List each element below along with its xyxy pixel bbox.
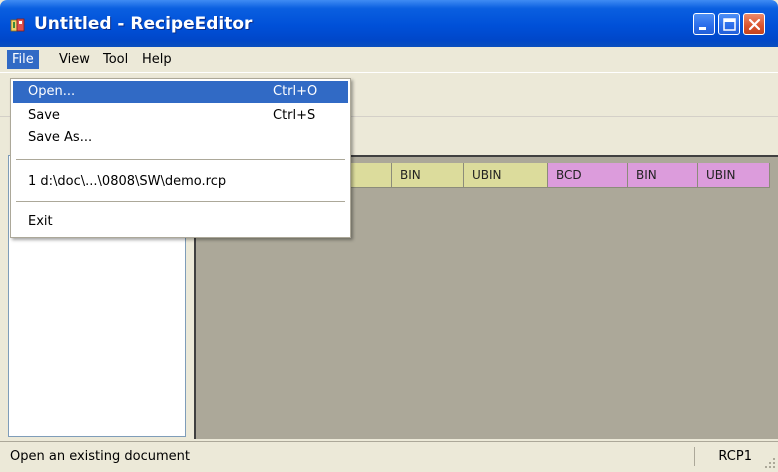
title-bar[interactable]: Untitled - RecipeEditor [0, 0, 778, 47]
grid-column-header[interactable]: BIN [628, 163, 698, 188]
menu-tool[interactable]: Tool [98, 50, 133, 69]
menu-bar: File View Tool Help [0, 47, 778, 72]
menu-item-recent-file[interactable]: 1 d:\doc\...\0808\SW\demo.rcp [13, 171, 348, 193]
menu-item-exit[interactable]: Exit [13, 211, 348, 233]
menu-item-open-shortcut: Ctrl+O [273, 84, 318, 99]
close-button[interactable] [743, 13, 765, 35]
menu-item-save[interactable]: Save Ctrl+S [13, 105, 348, 127]
menu-view[interactable]: View [54, 50, 95, 69]
menu-item-save-as[interactable]: Save As... [13, 127, 348, 149]
maximize-button[interactable] [718, 13, 740, 35]
grid-column-header[interactable]: BCD [548, 163, 628, 188]
grid-column-header[interactable]: BIN [392, 163, 464, 188]
menu-separator [16, 159, 345, 160]
status-bar: Open an existing document RCP1 [0, 441, 778, 471]
grid-column-header[interactable]: UBIN [464, 163, 548, 188]
menu-file[interactable]: File [7, 50, 39, 69]
maximize-icon [723, 18, 736, 31]
menu-item-save-as-label: Save As... [28, 130, 93, 145]
status-message: Open an existing document [10, 449, 190, 464]
close-icon [748, 18, 761, 31]
menu-help[interactable]: Help [137, 50, 177, 69]
menu-item-save-label: Save [28, 108, 60, 123]
window-title: Untitled - RecipeEditor [34, 14, 253, 34]
minimize-button[interactable] [693, 13, 715, 35]
menu-item-open-label: Open... [28, 84, 76, 99]
menu-item-save-shortcut: Ctrl+S [273, 108, 316, 123]
file-menu-dropdown: Open... Ctrl+O Save Ctrl+S Save As... 1 … [10, 78, 351, 238]
minimize-icon [699, 27, 706, 30]
menu-item-recent-file-label: 1 d:\doc\...\0808\SW\demo.rcp [28, 174, 227, 189]
menu-item-exit-label: Exit [28, 214, 53, 229]
status-panel: RCP1 [694, 447, 756, 466]
app-icon[interactable] [10, 17, 26, 33]
resize-grip-icon[interactable] [762, 455, 776, 469]
menu-item-open[interactable]: Open... Ctrl+O [13, 81, 348, 103]
grid-column-header[interactable]: UBIN [698, 163, 770, 188]
menu-separator [16, 201, 345, 202]
